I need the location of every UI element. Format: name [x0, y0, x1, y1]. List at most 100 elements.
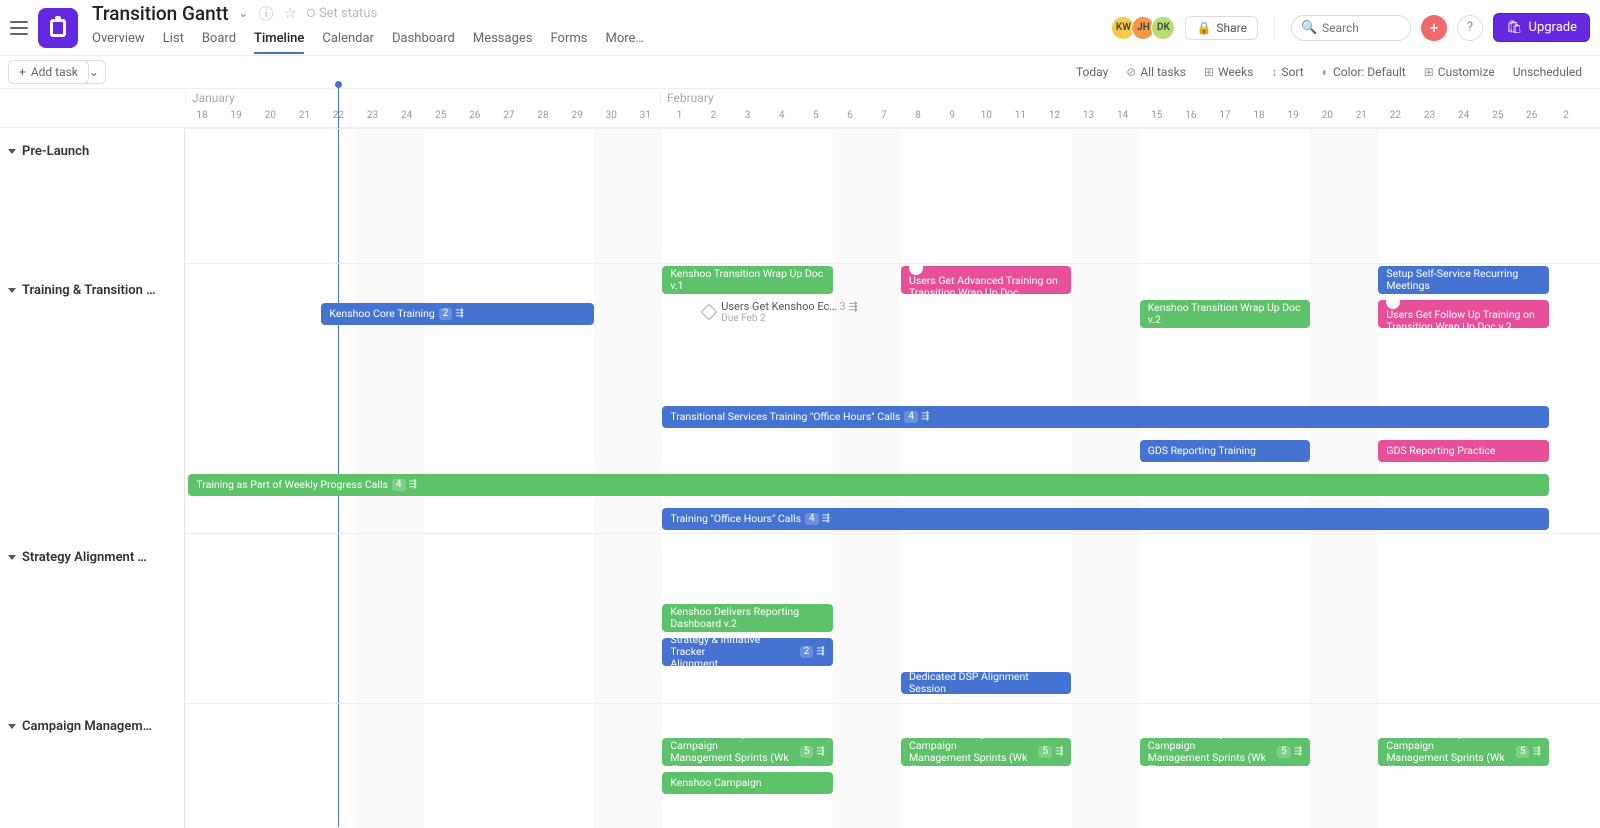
day-label: 23	[1413, 110, 1447, 121]
task-dsp-alignment[interactable]: Dedicated DSP Alignment Session	[901, 672, 1071, 694]
subtask-icon: ⇶	[455, 308, 463, 320]
task-dashboard-v2[interactable]: Kenshoo Delivers ReportingDashboard v.2	[662, 604, 832, 632]
day-label: 24	[390, 110, 424, 121]
task-wrap-v1[interactable]: Kenshoo Transition Wrap Up Docv.1	[662, 266, 832, 294]
day-label: 19	[1276, 110, 1310, 121]
day-label: 4	[765, 110, 799, 121]
tab-more[interactable]: More…	[605, 27, 644, 54]
help-button[interactable]: ?	[1457, 15, 1483, 41]
tab-dashboard[interactable]: Dashboard	[392, 27, 455, 54]
task-sprint8[interactable]: Kenshoo Weekly CampaignManagement Sprint…	[1378, 738, 1548, 766]
chart-area[interactable]: Kenshoo Core Training2⇶ Kenshoo Transitio…	[185, 128, 1600, 828]
unscheduled-button[interactable]: Unscheduled	[1513, 65, 1582, 79]
day-label: 23	[356, 110, 390, 121]
task-strategy-align[interactable]: Strategy & Initiative TrackerAlignment2⇶	[662, 638, 832, 666]
day-label: 27	[492, 110, 526, 121]
customize-button[interactable]: ⊞Customize	[1424, 65, 1495, 79]
tab-messages[interactable]: Messages	[473, 27, 533, 54]
day-label: 11	[1003, 110, 1037, 121]
search-box: 🔍	[1291, 15, 1411, 41]
tab-overview[interactable]: Overview	[92, 27, 145, 54]
section-sidebar: Pre-Launch Training & Transition … Strat…	[0, 128, 185, 828]
task-core-training[interactable]: Kenshoo Core Training2⇶	[321, 303, 594, 325]
info-icon[interactable]: ⓘ	[258, 3, 273, 24]
day-label: 14	[1106, 110, 1140, 121]
day-label: 15	[1140, 110, 1174, 121]
month-february: February	[660, 91, 714, 105]
search-icon: 🔍	[1301, 20, 1317, 35]
bag-icon: 🛍	[1506, 20, 1523, 35]
caret-down-icon	[8, 555, 16, 560]
add-task-button[interactable]: +Add task	[8, 60, 89, 84]
add-task-dropdown[interactable]: ⌄	[83, 60, 106, 84]
subtask-icon: ⇶	[921, 411, 929, 423]
create-button[interactable]: +	[1421, 15, 1447, 41]
all-tasks-filter[interactable]: ⊘All tasks	[1126, 65, 1186, 79]
day-label: 12	[1037, 110, 1071, 121]
day-label: 25	[424, 110, 458, 121]
day-label: 26	[1515, 110, 1549, 121]
check-circle-icon: ⊘	[1126, 65, 1136, 79]
project-title[interactable]: Transition Gantt	[92, 2, 228, 25]
task-adv-training[interactable]: Users Get Advanced Training onTransition…	[901, 266, 1071, 294]
task-office-hours[interactable]: Training "Office Hours" Calls4⇶	[662, 508, 1549, 530]
day-label: 19	[219, 110, 253, 121]
app-header: Transition Gantt ⌄ ⓘ ☆ Set status Overvi…	[0, 0, 1600, 56]
day-label: 2	[1549, 110, 1583, 121]
upgrade-button[interactable]: 🛍Upgrade	[1493, 13, 1590, 42]
share-button[interactable]: 🔒Share	[1185, 16, 1258, 40]
task-sprint6[interactable]: Kenshoo Weekly CampaignManagement Sprint…	[901, 738, 1071, 766]
month-ruler: January February	[0, 88, 1600, 106]
section-strategy[interactable]: Strategy Alignment …	[0, 544, 184, 571]
today-button[interactable]: Today	[1076, 65, 1108, 79]
task-kenshoo-campaign[interactable]: Kenshoo Campaign	[662, 772, 832, 794]
project-tabs: Overview List Board Timeline Calendar Dashboa…	[92, 27, 644, 54]
task-gds-practice[interactable]: GDS Reporting Practice	[1378, 440, 1548, 462]
day-label: 29	[560, 110, 594, 121]
day-label: 16	[1174, 110, 1208, 121]
section-divider	[185, 533, 1600, 534]
section-campaign[interactable]: Campaign Managem…	[0, 713, 184, 740]
task-self-service[interactable]: Setup Self-Service RecurringMeetings	[1378, 266, 1548, 294]
task-sprint7[interactable]: Kenshoo Weekly CampaignManagement Sprint…	[1140, 738, 1310, 766]
task-wrap-v2[interactable]: Kenshoo Transition Wrap Up Docv.2	[1140, 300, 1310, 328]
app-logo[interactable]	[38, 8, 78, 48]
menu-icon[interactable]	[10, 21, 28, 35]
subtask-icon: ⇶	[409, 479, 417, 491]
section-prelaunch[interactable]: Pre-Launch	[0, 138, 184, 165]
task-weekly-progress[interactable]: Training as Part of Weekly Progress Call…	[188, 474, 1548, 496]
sort-button[interactable]: ↕Sort	[1271, 65, 1303, 79]
tab-timeline[interactable]: Timeline	[254, 27, 304, 54]
task-followup[interactable]: Users Get Follow Up Training onTransitio…	[1378, 300, 1548, 328]
day-label: 26	[458, 110, 492, 121]
task-trans-services[interactable]: Transitional Services Training "Office H…	[662, 406, 1549, 428]
tab-board[interactable]: Board	[202, 27, 236, 54]
day-label: 21	[287, 110, 321, 121]
tab-calendar[interactable]: Calendar	[322, 27, 374, 54]
avatar[interactable]: DK	[1151, 16, 1175, 40]
zoom-weeks[interactable]: ⊞Weeks	[1204, 65, 1254, 79]
subtask-icon: ⇶	[822, 513, 830, 525]
star-icon[interactable]: ☆	[283, 4, 296, 22]
milestone-kenshoo-ec[interactable]: Users Get Kenshoo Ec… 3⇶Due Feb 2	[703, 300, 858, 324]
color-button[interactable]: ◐Color: Default	[1322, 65, 1406, 79]
tab-forms[interactable]: Forms	[550, 27, 587, 54]
set-status[interactable]: Set status	[307, 6, 377, 21]
status-dot-icon	[307, 9, 315, 17]
customize-icon: ⊞	[1424, 65, 1434, 79]
task-sprint5[interactable]: Kenshoo Weekly CampaignManagement Sprint…	[662, 738, 832, 766]
subtask-icon: ⇶	[816, 746, 824, 758]
day-label: 24	[1447, 110, 1481, 121]
day-label: 30	[594, 110, 628, 121]
section-training[interactable]: Training & Transition …	[0, 277, 184, 304]
chevron-down-icon[interactable]: ⌄	[238, 6, 248, 20]
day-label: 2	[696, 110, 730, 121]
plus-icon: +	[19, 65, 26, 79]
caret-down-icon	[8, 149, 16, 154]
day-label: 28	[526, 110, 560, 121]
day-label: 13	[1072, 110, 1106, 121]
day-label: 20	[253, 110, 287, 121]
task-gds-training[interactable]: GDS Reporting Training	[1140, 440, 1310, 462]
tab-list[interactable]: List	[163, 27, 184, 54]
member-avatars[interactable]: KWJHDK	[1115, 16, 1175, 40]
